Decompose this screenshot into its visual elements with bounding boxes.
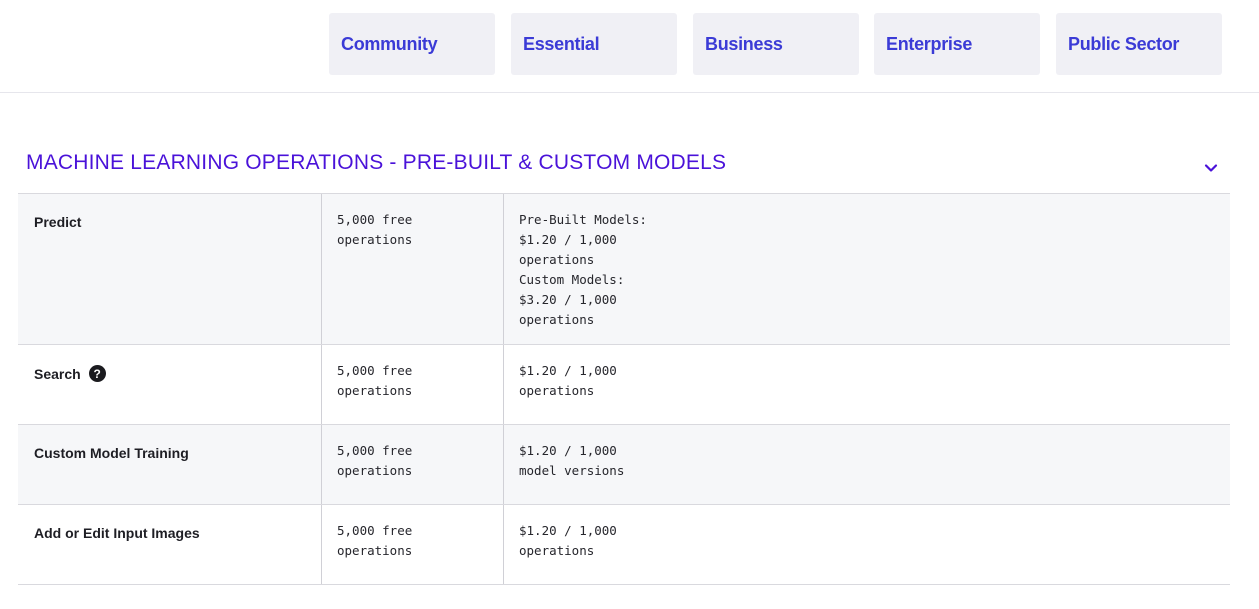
- row-label: Custom Model Training: [34, 445, 189, 461]
- tab-public-sector[interactable]: Public Sector: [1056, 13, 1222, 75]
- price-value: $1.20 / 1,000 model versions: [519, 443, 625, 478]
- price-value: Pre-Built Models: $1.20 / 1,000 operatio…: [519, 212, 647, 327]
- free-tier-value: 5,000 free operations: [337, 443, 413, 478]
- table-row-add-edit-input-images: Add or Edit Input Images 5,000 free oper…: [18, 505, 1230, 585]
- price-value: $1.20 / 1,000 operations: [519, 363, 617, 398]
- tab-community[interactable]: Community: [329, 13, 495, 75]
- tab-business[interactable]: Business: [693, 13, 859, 75]
- table-row-search: Search ? 5,000 free operations $1.20 / 1…: [18, 345, 1230, 425]
- row-label: Predict: [34, 214, 82, 230]
- free-tier-value: 5,000 free operations: [337, 363, 413, 398]
- free-tier-value: 5,000 free operations: [337, 523, 413, 558]
- chevron-down-icon[interactable]: [1201, 158, 1221, 178]
- section-title[interactable]: MACHINE LEARNING OPERATIONS - PRE-BUILT …: [26, 151, 726, 175]
- table-row-custom-model-training: Custom Model Training 5,000 free operati…: [18, 425, 1230, 505]
- free-tier-value: 5,000 free operations: [337, 212, 413, 247]
- row-label-text: Search: [34, 365, 81, 382]
- question-circle-icon[interactable]: ?: [88, 365, 106, 382]
- tab-essential[interactable]: Essential: [511, 13, 677, 75]
- row-label: Add or Edit Input Images: [34, 525, 200, 541]
- price-value: $1.20 / 1,000 operations: [519, 523, 617, 558]
- pricing-table: Predict 5,000 free operations Pre-Built …: [18, 193, 1230, 585]
- row-label: Search ?: [34, 365, 106, 382]
- tab-enterprise[interactable]: Enterprise: [874, 13, 1040, 75]
- table-row-predict: Predict 5,000 free operations Pre-Built …: [18, 194, 1230, 345]
- plan-tabs-bar: Community Essential Business Enterprise …: [0, 0, 1259, 93]
